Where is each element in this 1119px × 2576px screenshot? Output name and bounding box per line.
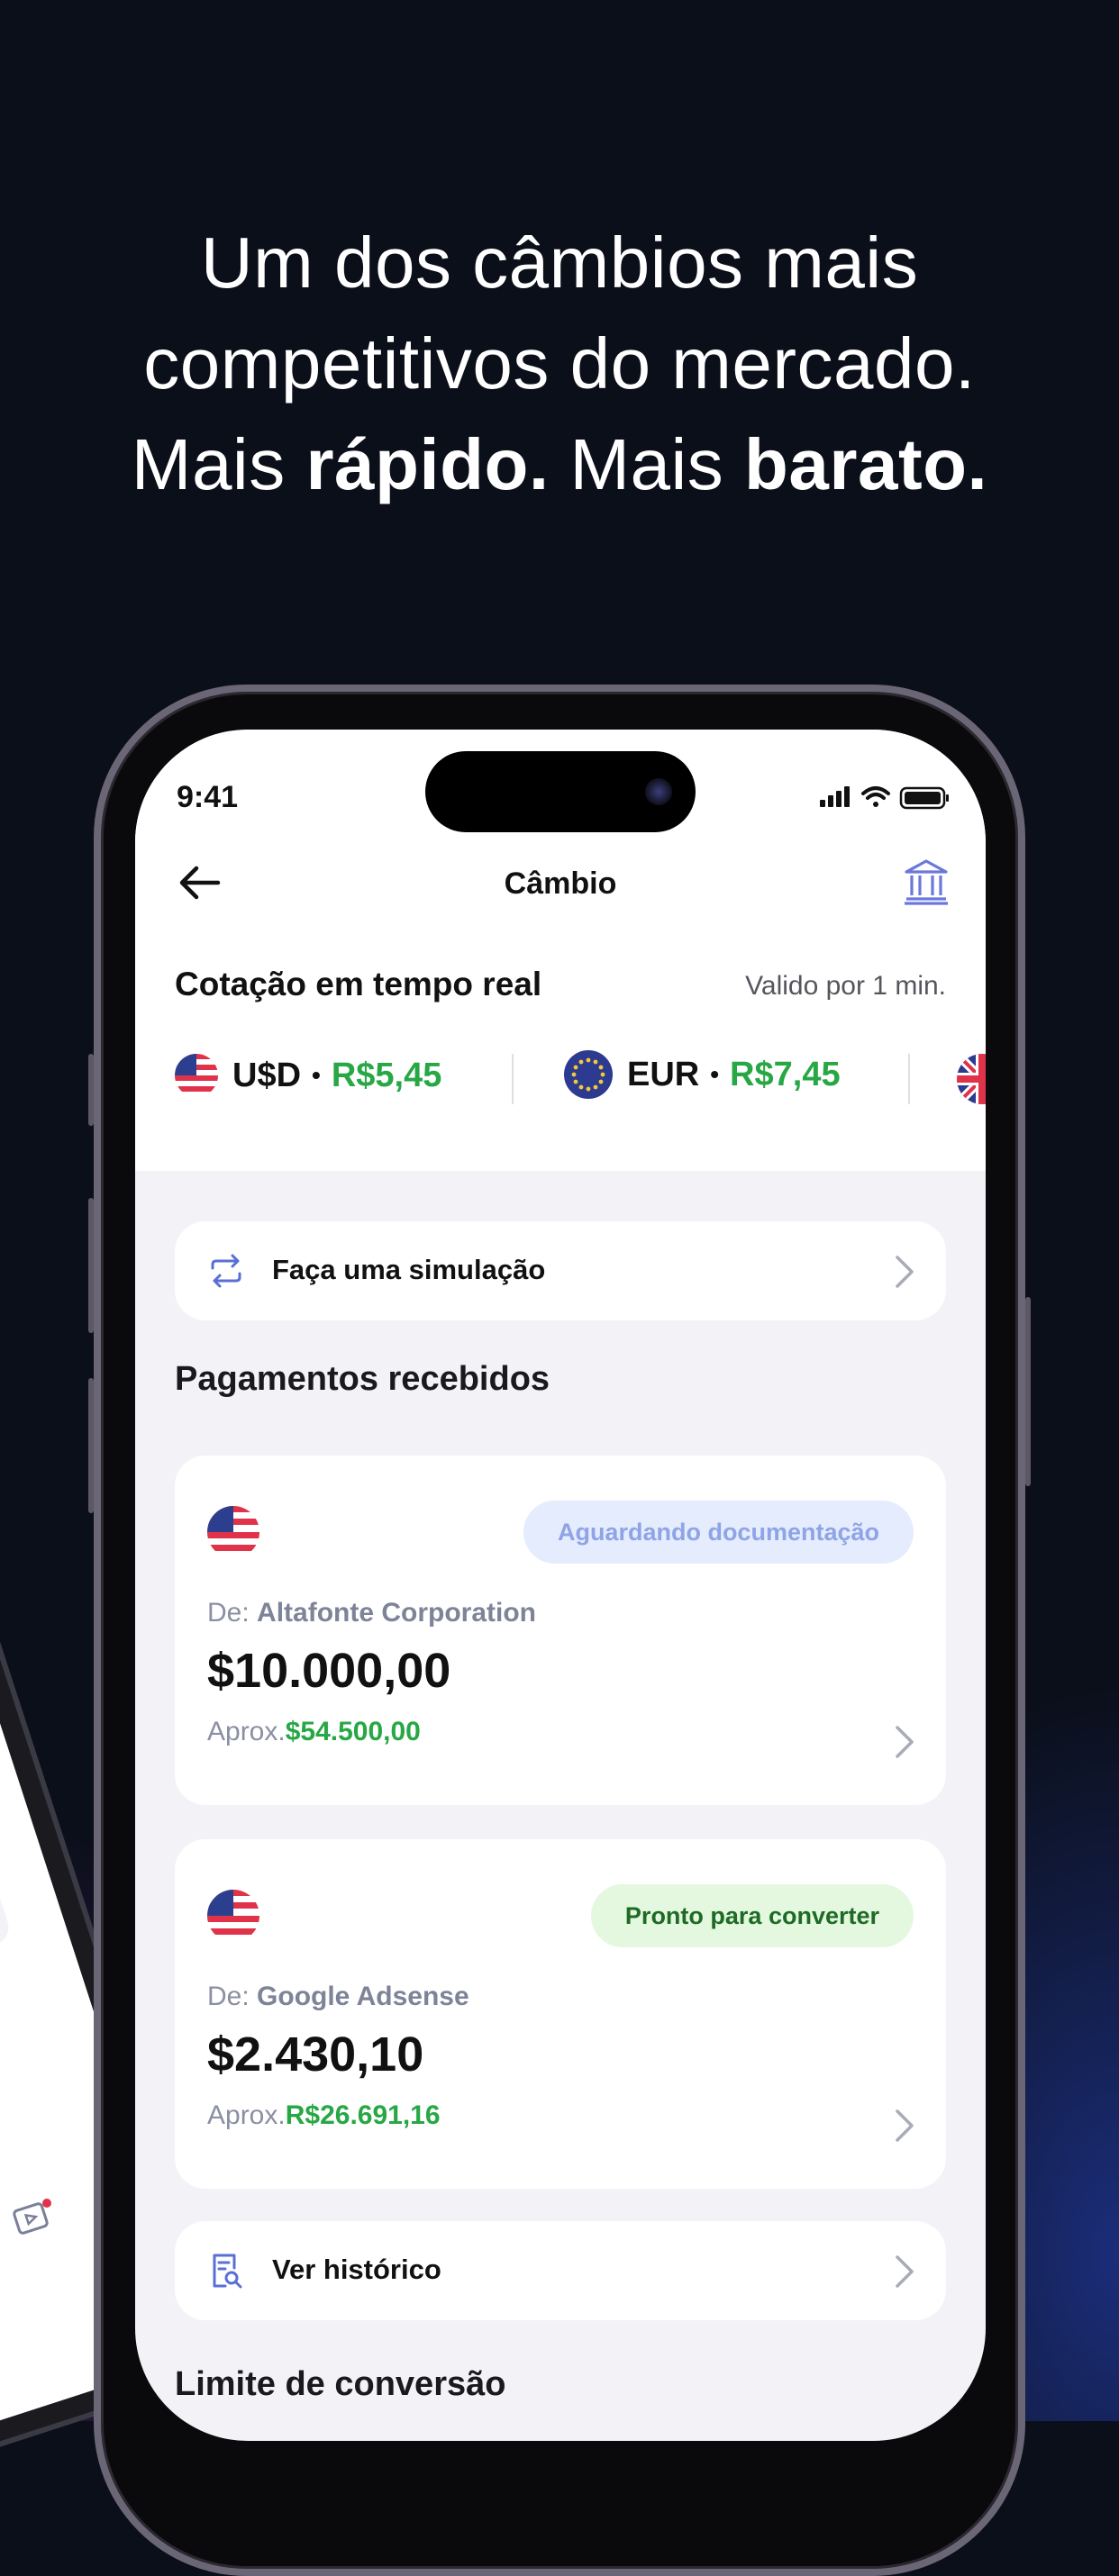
dynamic-island <box>425 751 696 832</box>
chevron-right-icon <box>896 2109 914 2142</box>
approx-value: $54.500,00 <box>285 1717 421 1746</box>
phone-power-button <box>1025 1297 1031 1486</box>
rate-value: R$7,45 <box>730 1055 841 1093</box>
rate-divider <box>512 1054 514 1104</box>
us-flag-icon <box>175 1054 218 1097</box>
quote-title: Cotação em tempo real <box>175 966 542 1002</box>
repeat-icon <box>211 1254 241 1288</box>
phone-volume-down <box>88 1378 94 1513</box>
secondary-phone-card <box>0 1682 14 1984</box>
sender-name: Altafonte Corporation <box>257 1598 537 1628</box>
rate-divider <box>908 1054 910 1104</box>
video-icon <box>13 2199 51 2235</box>
headline-line-2: competitivos do mercado. <box>143 323 976 404</box>
headline-text: Mais <box>549 424 744 504</box>
payment-approx: Aprox.R$26.691,16 <box>207 2100 441 2131</box>
payment-card[interactable]: Aguardando documentação De: Altafonte Co… <box>175 1456 946 1805</box>
payment-amount: $2.430,10 <box>207 2027 424 2082</box>
headline-emphasis: rápido. <box>305 424 550 504</box>
headline-line-1: Um dos câmbios mais <box>200 222 919 303</box>
payment-sender: De: Google Adsense <box>207 1982 469 2012</box>
bank-icon[interactable] <box>903 857 950 906</box>
us-flag-icon <box>207 1506 259 1558</box>
approx-value: R$26.691,16 <box>285 2100 441 2130</box>
rate-separator: • <box>710 1060 720 1088</box>
approx-prefix: Aprox. <box>207 1717 286 1746</box>
chevron-right-icon <box>896 2255 914 2288</box>
headline: Um dos câmbios mais competitivos do merc… <box>0 213 1119 515</box>
phone-side-button <box>88 1054 94 1126</box>
page-title: Câmbio <box>504 866 617 901</box>
limit-title: Limite de conversão <box>175 2365 506 2403</box>
rate-separator: • <box>312 1061 321 1089</box>
approx-prefix: Aprox. <box>207 2100 286 2130</box>
sender-prefix: De: <box>207 1982 258 2011</box>
status-icons <box>820 786 949 810</box>
wifi-icon <box>861 786 890 807</box>
simulation-button[interactable]: Faça uma simulação <box>175 1221 946 1320</box>
signal-icon <box>820 786 850 807</box>
payment-card[interactable]: Pronto para converter De: Google Adsense… <box>175 1839 946 2189</box>
history-button[interactable]: Ver histórico <box>175 2221 946 2320</box>
camera-icon <box>645 778 672 805</box>
headline-text: Mais <box>131 424 306 504</box>
chevron-right-icon <box>896 1256 914 1288</box>
rate-currency: EUR <box>627 1055 700 1093</box>
headline-emphasis: barato. <box>743 424 988 504</box>
history-label: Ver histórico <box>272 2254 441 2285</box>
phone-volume-up <box>88 1198 94 1333</box>
us-flag-icon <box>207 1890 259 1942</box>
chevron-right-icon <box>896 1726 914 1758</box>
payment-approx: Aprox.$54.500,00 <box>207 1717 421 1747</box>
sender-prefix: De: <box>207 1598 258 1628</box>
payments-title: Pagamentos recebidos <box>175 1360 550 1398</box>
headline-line-3: Mais rápido. Mais barato. <box>0 414 1119 515</box>
payment-sender: De: Altafonte Corporation <box>207 1598 536 1628</box>
rate-value: R$5,45 <box>331 1056 442 1094</box>
payment-amount: $10.000,00 <box>207 1644 451 1698</box>
battery-icon <box>899 786 949 810</box>
rate-item-eur[interactable]: EUR • R$7,45 <box>564 1050 841 1099</box>
sender-name: Google Adsense <box>257 1982 469 2011</box>
status-badge: Aguardando documentação <box>523 1501 914 1564</box>
status-time: 9:41 <box>177 780 239 814</box>
rate-item-usd[interactable]: U$D • R$5,45 <box>175 1054 441 1097</box>
eu-flag-icon <box>564 1050 613 1099</box>
phone-screen: 9:41 Câmbio Cotação em tempo real Valido… <box>135 730 986 2441</box>
quote-validity: Valido por 1 min. <box>745 971 946 1001</box>
rate-currency: U$D <box>232 1056 302 1094</box>
receipt-search-icon <box>213 2254 242 2289</box>
status-badge: Pronto para converter <box>590 1884 914 1947</box>
simulation-label: Faça uma simulação <box>272 1254 546 1285</box>
